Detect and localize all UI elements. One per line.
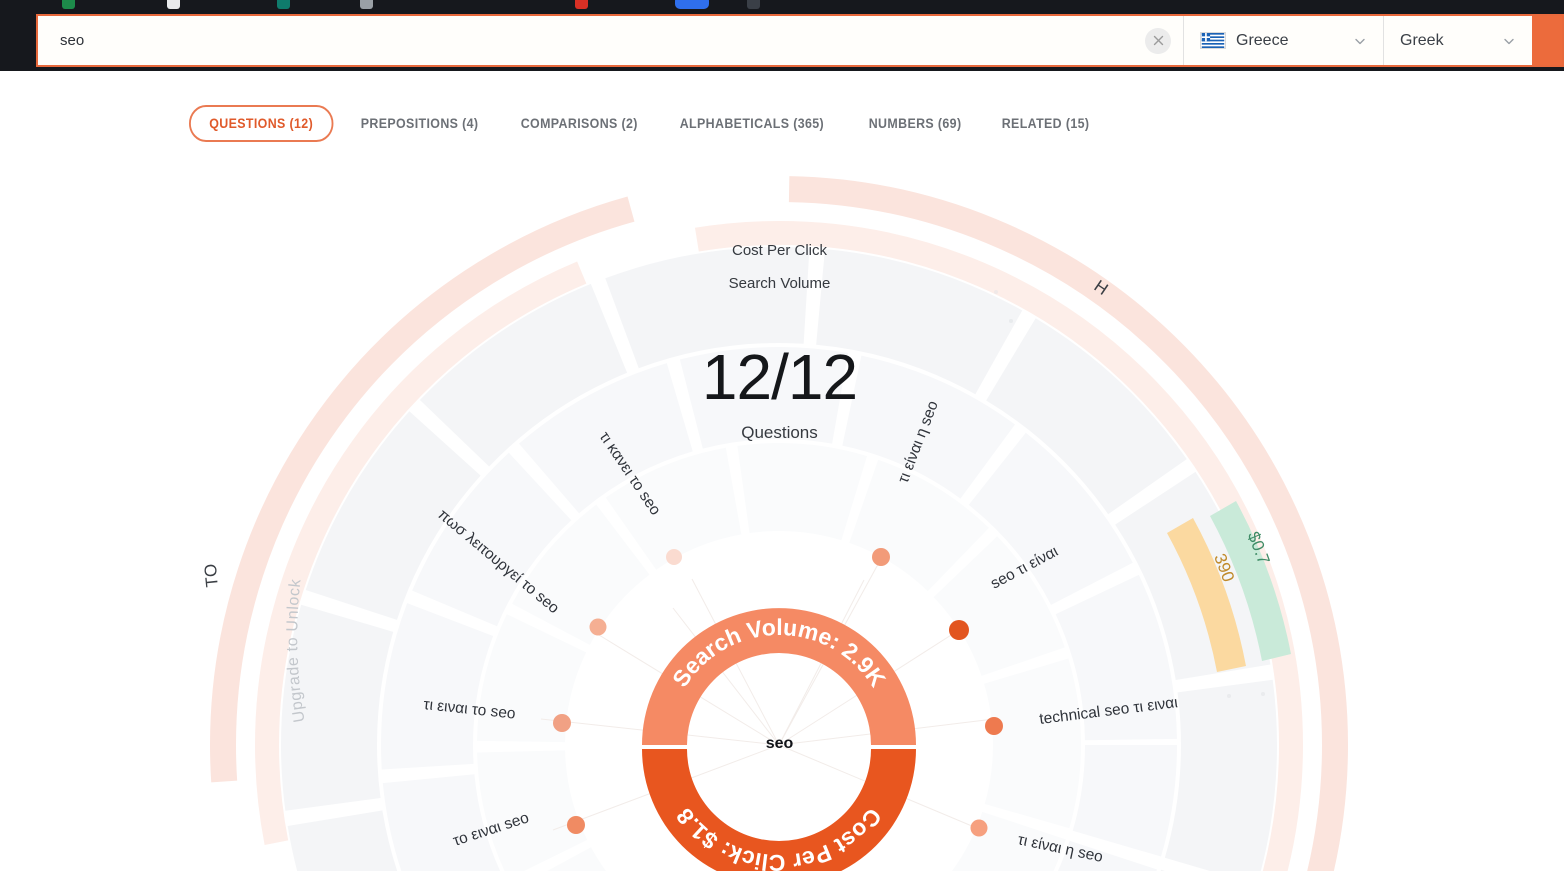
radial-chart-svg: 390 $0.7 H TO Upgrade to Unlock Search V…: [201, 176, 1348, 871]
keyword-dot[interactable]: [567, 816, 585, 834]
search-input-wrapper: [38, 16, 1183, 65]
keyword-dot[interactable]: [970, 819, 988, 837]
tab-related[interactable]: RELATED (15): [987, 105, 1104, 142]
result-type-tabs: QUESTIONS (12) PREPOSITIONS (4) COMPARIS…: [189, 105, 1114, 142]
tab-comparisons[interactable]: COMPARISONS (2): [506, 105, 653, 142]
favicon-blue[interactable]: [675, 0, 709, 9]
center-donut[interactable]: Search Volume: 2.9K Cost Per Click: $1.8: [642, 608, 916, 871]
keyword-wheel-chart[interactable]: 390 $0.7 H TO Upgrade to Unlock Search V…: [189, 174, 1370, 871]
language-select[interactable]: Greek: [1384, 16, 1532, 65]
search-header: Greece Greek: [0, 11, 1564, 71]
keyword-dot[interactable]: [666, 549, 682, 565]
clear-search-button[interactable]: [1145, 27, 1171, 54]
keyword-dot[interactable]: [589, 618, 607, 636]
country-select[interactable]: Greece: [1184, 16, 1383, 65]
chevron-down-icon: [1355, 38, 1365, 44]
favicon-teal[interactable]: [277, 0, 290, 9]
search-input[interactable]: [38, 16, 1128, 65]
favicon-green[interactable]: [62, 0, 75, 9]
locked-sector-ring[interactable]: [281, 247, 1277, 871]
language-select-label: Greek: [1400, 31, 1444, 49]
greece-flag-icon: [1200, 32, 1226, 49]
favicon-white[interactable]: [167, 0, 180, 9]
favicon-dim[interactable]: [747, 0, 760, 9]
favicon-red[interactable]: [575, 0, 588, 9]
tab-questions[interactable]: QUESTIONS (12): [189, 105, 334, 142]
keyword-dot[interactable]: [985, 717, 1003, 735]
favicon-grey[interactable]: [360, 0, 373, 9]
search-bar: Greece Greek: [36, 14, 1564, 67]
chevron-down-icon: [1504, 38, 1514, 44]
close-icon: [1153, 35, 1163, 46]
keyword-dot[interactable]: [553, 714, 571, 732]
country-select-label: Greece: [1236, 31, 1289, 49]
keyword-dot[interactable]: [872, 548, 890, 566]
browser-tab-strip: [0, 0, 1564, 11]
tab-numbers[interactable]: NUMBERS (69): [854, 105, 976, 142]
search-submit-button[interactable]: [1532, 16, 1562, 65]
tab-alphabeticals[interactable]: ALPHABETICALS (365): [665, 105, 839, 142]
keyword-dot[interactable]: [949, 620, 969, 640]
tab-prepositions[interactable]: PREPOSITIONS (4): [346, 105, 493, 142]
outer-ring-label-to: TO: [201, 563, 222, 588]
